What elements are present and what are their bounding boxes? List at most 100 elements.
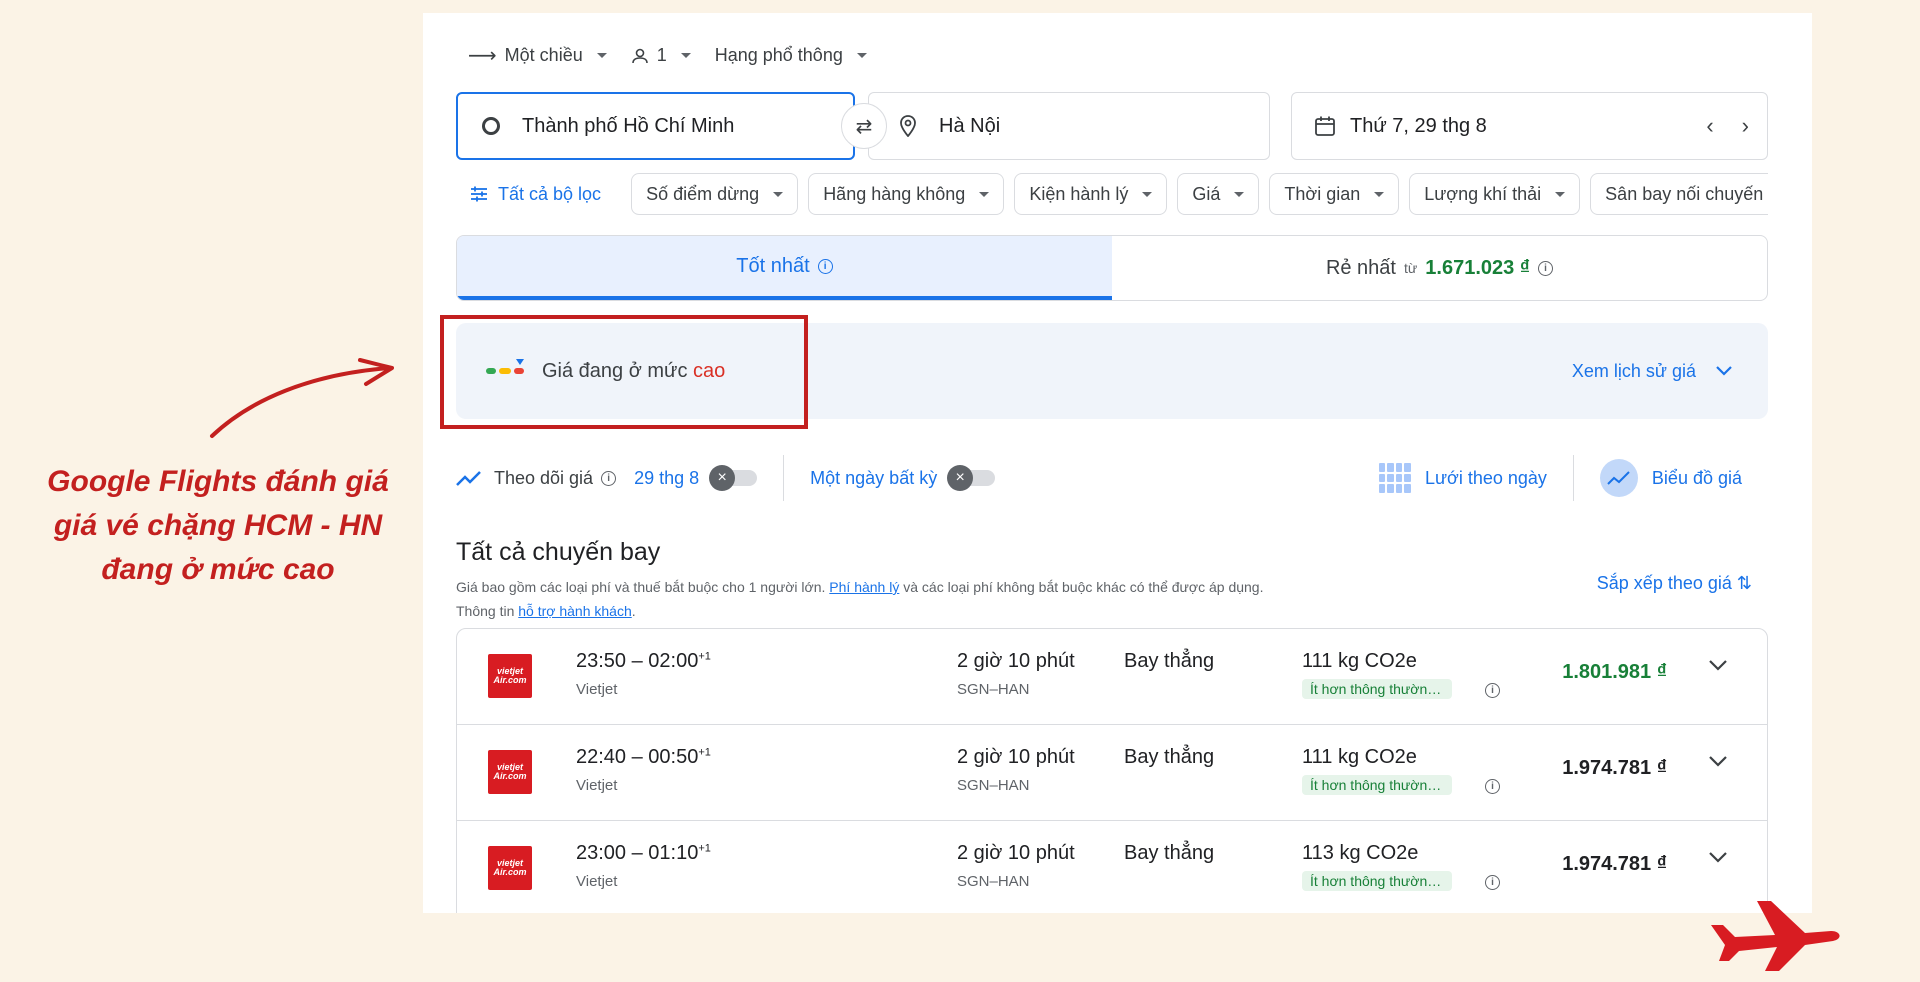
info-icon[interactable]: i	[1485, 875, 1500, 890]
close-icon: ×	[709, 465, 736, 491]
origin-input[interactable]: Thành phố Hồ Chí Minh	[456, 92, 855, 160]
flight-route: SGN–HAN	[957, 681, 1030, 698]
top-controls: ⟶ Một chiều 1 Hạng phổ thông	[468, 43, 891, 68]
info-icon[interactable]: i	[1538, 260, 1554, 276]
flight-price: 1.974.781 ₫	[1562, 853, 1667, 875]
vietjet-logo: vietjet Air.com	[488, 750, 532, 794]
flight-duration: 2 giờ 10 phút	[957, 842, 1075, 864]
baggage-fees-link[interactable]: Phí hành lý	[829, 579, 899, 595]
flight-times: 22:40 – 00:50+1	[576, 746, 711, 769]
chevron-down-icon	[1374, 191, 1385, 197]
annotation-arrow	[210, 358, 394, 438]
chevron-down-icon[interactable]	[1709, 755, 1727, 767]
chevron-down-icon	[773, 191, 784, 197]
chevron-down-icon	[1234, 191, 1245, 197]
emission-badge: Ít hơn thông thường 18%	[1302, 775, 1452, 795]
info-icon[interactable]: i	[1485, 683, 1500, 698]
filter-chip-label: Giá	[1192, 183, 1221, 204]
filter-chip-bags[interactable]: Kiện hành lý	[1014, 173, 1168, 215]
divider	[1572, 455, 1574, 501]
filter-chip-times[interactable]: Thời gian	[1269, 173, 1400, 215]
filter-chip-airlines[interactable]: Hãng hàng không	[808, 173, 1005, 215]
chevron-down-icon	[596, 53, 607, 58]
info-icon[interactable]: i	[601, 470, 617, 486]
filter-chip-price[interactable]: Giá	[1177, 173, 1260, 215]
date-grid-button[interactable]: Lưới theo ngày	[1378, 463, 1547, 493]
info-icon[interactable]: i	[1485, 779, 1500, 794]
trip-type-select[interactable]: ⟶ Một chiều	[468, 43, 607, 68]
flight-duration: 2 giờ 10 phút	[957, 746, 1075, 768]
any-date-toggle[interactable]: ×	[947, 465, 996, 491]
chevron-right-icon[interactable]: ›	[1742, 113, 1749, 139]
disclaimer-text: Thông tin	[456, 603, 515, 619]
annotation-text: Google Flights đánh giá giá vé chặng HCM…	[28, 460, 408, 592]
filter-chip-connecting-airports[interactable]: Sân bay nối chuyến	[1590, 173, 1768, 215]
flight-route: SGN–HAN	[957, 873, 1030, 890]
flight-row[interactable]: vietjet Air.com 23:50 – 02:00+1 Vietjet …	[457, 629, 1767, 725]
all-filters-button[interactable]: Tất cả bộ lọc	[456, 173, 621, 215]
chevron-down-icon[interactable]	[1709, 851, 1727, 863]
emission-badge: Ít hơn thông thường 17%	[1302, 871, 1452, 891]
divider	[783, 455, 785, 501]
chevron-down-icon	[1555, 191, 1566, 197]
price-disclaimer: Giá bao gồm các loại phí và thuế bắt buộ…	[456, 575, 1416, 623]
info-icon[interactable]: i	[817, 258, 833, 274]
emission-badge: Ít hơn thông thường 18%	[1302, 679, 1452, 699]
filter-chip-emissions[interactable]: Lượng khí thải	[1409, 173, 1581, 215]
flights-panel: ⟶ Một chiều 1 Hạng phổ thông Thành phố H…	[423, 13, 1812, 913]
next-day-marker: +1	[698, 650, 711, 663]
filter-chip-label: Kiện hành lý	[1029, 183, 1129, 204]
airline-name: Vietjet	[576, 873, 618, 890]
flight-list: vietjet Air.com 23:50 – 02:00+1 Vietjet …	[456, 628, 1768, 913]
destination-input[interactable]: Hà Nội	[868, 92, 1270, 160]
date-grid-label: Lưới theo ngày	[1424, 467, 1547, 488]
price-history-button[interactable]: Xem lịch sử giá	[1572, 361, 1732, 382]
departure-date-input[interactable]: Thứ 7, 29 thg 8 ‹ ›	[1291, 92, 1768, 160]
flight-price: 1.801.981 ₫	[1562, 661, 1667, 683]
trending-icon	[456, 471, 481, 486]
filter-chip-label: Số điểm dừng	[646, 183, 760, 204]
flight-price: 1.974.781 ₫	[1562, 757, 1667, 779]
cheapest-price: 1.671.023 ₫	[1425, 256, 1531, 279]
passenger-assistance-link[interactable]: hỗ trợ hành khách	[518, 603, 631, 619]
passenger-select[interactable]: 1	[631, 45, 691, 66]
filter-chip-stops[interactable]: Số điểm dừng	[631, 173, 799, 215]
cabin-class-label: Hạng phổ thông	[714, 45, 843, 65]
swap-button[interactable]: ⇄	[841, 103, 887, 149]
close-icon: ×	[947, 465, 974, 491]
calendar-icon	[1315, 116, 1335, 136]
tab-cheapest[interactable]: Rẻ nhất từ 1.671.023 ₫ i	[1112, 236, 1767, 300]
filter-chip-label: Sân bay nối chuyến	[1605, 183, 1764, 204]
view-tools: Lưới theo ngày Biểu đồ giá	[1378, 455, 1768, 501]
tab-cheapest-label: Rẻ nhất	[1325, 256, 1396, 279]
flight-emission: 113 kg CO2e	[1302, 842, 1419, 864]
vietjet-logo: vietjet Air.com	[488, 846, 532, 890]
swap-icon: ⇄	[855, 115, 873, 138]
filter-chip-label: Lượng khí thải	[1424, 183, 1542, 204]
flight-times: 23:50 – 02:00+1	[576, 650, 711, 673]
annotation-highlight-box	[440, 315, 808, 429]
chevron-down-icon[interactable]	[1709, 659, 1727, 671]
tune-icon	[471, 186, 487, 202]
origin-value: Thành phố Hồ Chí Minh	[522, 114, 735, 137]
date-value: Thứ 7, 29 thg 8	[1350, 114, 1487, 137]
chevron-down-icon	[1142, 191, 1153, 197]
disclaimer-text: Giá bao gồm các loại phí và thuế bắt buộ…	[456, 579, 826, 595]
chevron-down-icon	[979, 191, 990, 197]
sort-by-price-button[interactable]: Sắp xếp theo giá ⇅	[1597, 573, 1752, 594]
price-graph-label: Biểu đồ giá	[1651, 467, 1742, 488]
chevron-left-icon[interactable]: ‹	[1706, 113, 1713, 139]
passenger-count: 1	[656, 45, 667, 65]
flight-row[interactable]: vietjet Air.com 23:00 – 01:10+1 Vietjet …	[457, 821, 1767, 913]
cabin-class-select[interactable]: Hạng phổ thông	[715, 45, 867, 66]
track-date-toggle[interactable]: ×	[709, 465, 758, 491]
price-graph-button[interactable]: Biểu đồ giá	[1599, 459, 1768, 497]
price-tracking-row: Theo dõi giá i 29 thg 8 × Một ngày bất k…	[456, 453, 1768, 503]
track-date: 29 thg 8	[634, 467, 700, 488]
next-day-marker: +1	[698, 746, 711, 759]
person-icon	[631, 48, 648, 63]
tab-best-label: Tốt nhất	[736, 254, 810, 277]
vietjet-logo: vietjet Air.com	[488, 654, 532, 698]
tab-best[interactable]: Tốt nhất i	[457, 236, 1112, 300]
flight-row[interactable]: vietjet Air.com 22:40 – 00:50+1 Vietjet …	[457, 725, 1767, 821]
